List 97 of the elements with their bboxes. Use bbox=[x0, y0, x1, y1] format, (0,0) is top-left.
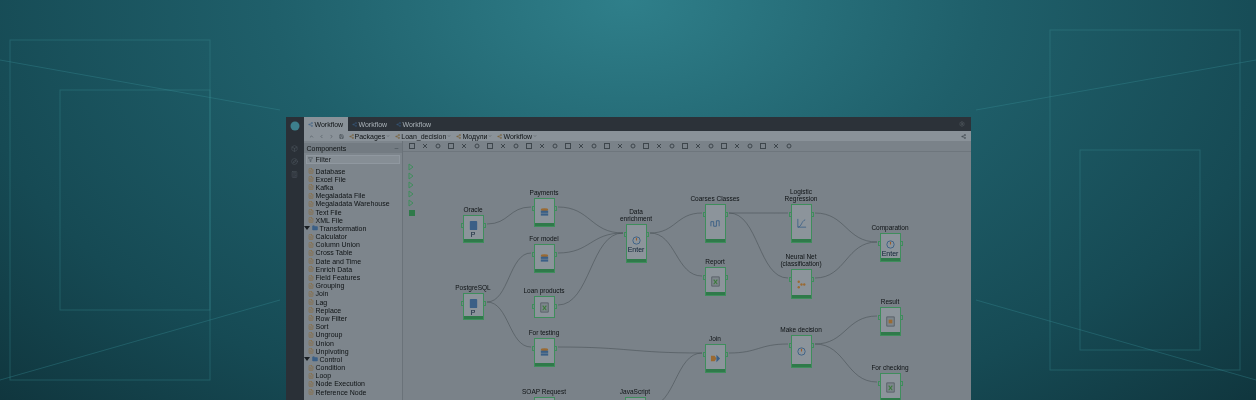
save-icon[interactable] bbox=[338, 133, 344, 139]
output-port[interactable] bbox=[724, 275, 728, 280]
toolbar-icon[interactable] bbox=[655, 143, 662, 149]
output-port[interactable] bbox=[553, 304, 557, 309]
share-icon[interactable] bbox=[960, 133, 966, 139]
document-icon bbox=[884, 316, 896, 327]
toolbar-icon[interactable] bbox=[616, 143, 623, 149]
input-port[interactable] bbox=[788, 343, 792, 348]
output-port[interactable] bbox=[553, 346, 557, 351]
network-icon bbox=[795, 278, 807, 290]
input-port[interactable] bbox=[623, 232, 627, 237]
curve-icon bbox=[795, 218, 807, 229]
input-port[interactable] bbox=[702, 212, 706, 217]
wave-icon bbox=[709, 218, 721, 229]
output-port[interactable] bbox=[482, 301, 486, 306]
spreadsheet-icon bbox=[884, 382, 896, 393]
toolbar-icon[interactable] bbox=[577, 143, 584, 149]
input-port[interactable] bbox=[702, 275, 706, 280]
input-port[interactable] bbox=[460, 301, 464, 306]
workflow-node[interactable] bbox=[879, 373, 901, 400]
toolbar-icon[interactable] bbox=[460, 143, 467, 149]
folder-icon bbox=[311, 356, 318, 363]
folder-icon bbox=[311, 225, 318, 232]
compass-icon[interactable] bbox=[291, 158, 298, 165]
crumb-icon bbox=[456, 133, 462, 139]
spreadsheet-icon bbox=[709, 276, 721, 287]
app-logo-icon bbox=[289, 121, 300, 131]
crumb-icon bbox=[348, 133, 354, 139]
output-port[interactable] bbox=[899, 381, 903, 386]
workflow-icon bbox=[307, 121, 313, 127]
output-port[interactable] bbox=[810, 212, 814, 217]
merge-icon bbox=[709, 353, 721, 364]
workflow-node[interactable] bbox=[790, 204, 812, 243]
box-icon[interactable] bbox=[291, 145, 298, 152]
spreadsheet-icon bbox=[538, 301, 550, 313]
workflow-node[interactable] bbox=[533, 296, 555, 318]
toolbar-icon[interactable] bbox=[499, 143, 506, 149]
workflow-node[interactable] bbox=[533, 338, 555, 367]
toolbar-icon[interactable] bbox=[733, 143, 740, 149]
output-port[interactable] bbox=[645, 232, 649, 237]
filter-icon bbox=[307, 157, 313, 162]
back-icon[interactable] bbox=[318, 133, 324, 139]
forward-icon[interactable] bbox=[328, 133, 334, 139]
gauge-icon bbox=[884, 238, 896, 250]
workflow-node[interactable] bbox=[533, 198, 555, 227]
workflow-node[interactable] bbox=[704, 267, 726, 296]
workflow-icon bbox=[395, 121, 401, 127]
caret-icon[interactable] bbox=[303, 225, 310, 232]
input-port[interactable] bbox=[702, 352, 706, 357]
output-port[interactable] bbox=[899, 315, 903, 320]
input-port[interactable] bbox=[788, 277, 792, 282]
output-port[interactable] bbox=[724, 352, 728, 357]
workflow-node[interactable] bbox=[533, 244, 555, 273]
input-port[interactable] bbox=[531, 304, 535, 309]
settings-icon[interactable] bbox=[958, 121, 965, 127]
output-port[interactable] bbox=[899, 241, 903, 246]
output-port[interactable] bbox=[724, 212, 728, 217]
input-port[interactable] bbox=[877, 381, 881, 386]
workflow-node[interactable] bbox=[704, 204, 726, 243]
workflow-icon bbox=[351, 121, 357, 127]
calculator-icon[interactable] bbox=[291, 171, 298, 178]
toolbar-icon[interactable] bbox=[694, 143, 701, 149]
output-port[interactable] bbox=[810, 277, 814, 282]
toolbar-icon[interactable] bbox=[408, 143, 415, 149]
gauge-icon bbox=[795, 346, 807, 357]
workflow-node[interactable] bbox=[704, 344, 726, 373]
crumb-icon bbox=[497, 133, 503, 139]
database-icon bbox=[538, 253, 550, 264]
up-icon[interactable] bbox=[308, 133, 314, 139]
component-icon bbox=[307, 389, 314, 396]
output-port[interactable] bbox=[810, 343, 814, 348]
gauge-icon bbox=[630, 234, 642, 246]
output-port[interactable] bbox=[482, 223, 486, 228]
toolbar-icon[interactable] bbox=[772, 143, 779, 149]
workflow-node[interactable] bbox=[790, 269, 812, 299]
input-port[interactable] bbox=[460, 223, 464, 228]
palette-drawing bbox=[408, 163, 415, 216]
caret-icon[interactable] bbox=[303, 356, 310, 363]
workflow-node[interactable] bbox=[790, 335, 812, 368]
output-port[interactable] bbox=[553, 206, 557, 211]
input-port[interactable] bbox=[877, 241, 881, 246]
workflow-node[interactable] bbox=[879, 307, 901, 336]
output-port[interactable] bbox=[553, 252, 557, 257]
minimize-icon[interactable] bbox=[393, 145, 399, 151]
database-icon bbox=[467, 297, 479, 309]
toolbar-icon[interactable] bbox=[538, 143, 545, 149]
database-icon bbox=[538, 207, 550, 218]
input-port[interactable] bbox=[788, 212, 792, 217]
database-icon bbox=[467, 220, 479, 231]
input-port[interactable] bbox=[531, 252, 535, 257]
toolbar-icon[interactable] bbox=[785, 143, 792, 149]
database-icon bbox=[538, 347, 550, 358]
crumb-icon bbox=[395, 133, 401, 139]
input-port[interactable] bbox=[531, 206, 535, 211]
input-port[interactable] bbox=[531, 346, 535, 351]
toolbar-icon[interactable] bbox=[421, 143, 428, 149]
input-port[interactable] bbox=[877, 315, 881, 320]
